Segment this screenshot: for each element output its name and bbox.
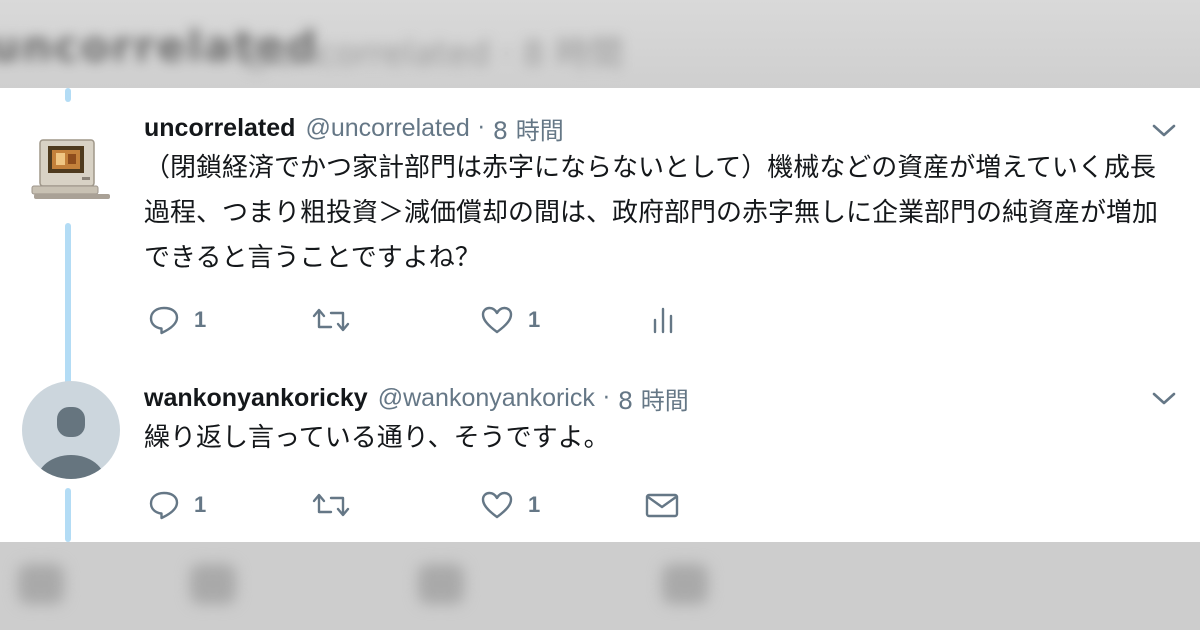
reply-button[interactable]: 1 bbox=[148, 485, 206, 525]
avatar-default[interactable] bbox=[22, 381, 120, 479]
separator-dot: · bbox=[602, 385, 610, 411]
reply-count: 1 bbox=[194, 307, 207, 332]
tweet-2-actions: 1 1 bbox=[144, 485, 704, 525]
retweet-icon bbox=[312, 308, 350, 332]
reply-count: 1 bbox=[194, 492, 207, 517]
analytics-icon bbox=[653, 307, 673, 334]
display-name[interactable]: uncorrelated bbox=[144, 114, 295, 143]
like-button[interactable]: 1 bbox=[480, 485, 540, 525]
blurred-reply-icon bbox=[18, 564, 64, 604]
analytics-button[interactable] bbox=[650, 300, 676, 340]
tweet-2-header: wankonyankoricky @wankonyankorick · 8 時間 bbox=[144, 380, 689, 416]
tweet-text: 繰り返し言っている通り、そうですよ。 bbox=[144, 423, 610, 453]
conversation-card: uncorrelated @uncorrelated · 8 時間 （閉鎖経済で… bbox=[0, 88, 1200, 542]
blurred-footer bbox=[0, 542, 1200, 630]
chevron-down-icon[interactable] bbox=[1150, 388, 1178, 408]
chevron-down-icon[interactable] bbox=[1150, 120, 1178, 140]
separator-dot: · bbox=[477, 115, 485, 141]
heart-icon bbox=[481, 491, 513, 519]
blurred-retweet-icon bbox=[190, 564, 236, 604]
like-count: 1 bbox=[528, 492, 541, 517]
reply-icon bbox=[149, 491, 179, 520]
retweet-button[interactable] bbox=[312, 300, 364, 340]
tweet-2[interactable]: wankonyankoricky @wankonyankorick · 8 時間… bbox=[0, 358, 1200, 542]
blurred-header-handle: @uncorrelated · 8 時間 bbox=[240, 34, 624, 74]
avatar-computer[interactable] bbox=[24, 132, 114, 212]
computer-avatar-icon bbox=[24, 132, 114, 212]
like-button[interactable]: 1 bbox=[480, 300, 540, 340]
retweet-icon bbox=[312, 493, 350, 517]
direct-message-button[interactable] bbox=[644, 485, 680, 525]
tweet-1-actions: 1 1 bbox=[144, 300, 704, 340]
heart-icon bbox=[481, 306, 513, 334]
timestamp[interactable]: 8 時間 bbox=[493, 111, 564, 146]
tweet-1[interactable]: uncorrelated @uncorrelated · 8 時間 （閉鎖経済で… bbox=[0, 88, 1200, 348]
default-profile-icon bbox=[22, 381, 120, 479]
display-name[interactable]: wankonyankoricky bbox=[144, 384, 368, 413]
tweet-1-header: uncorrelated @uncorrelated · 8 時間 bbox=[144, 110, 564, 146]
tweet-text: （閉鎖経済でかつ家計部門は赤字にならないとして）機械などの資産が増えていく成長過… bbox=[144, 153, 1159, 273]
like-count: 1 bbox=[528, 307, 541, 332]
blurred-like-icon bbox=[418, 564, 464, 604]
blurred-message-icon bbox=[662, 564, 708, 604]
blurred-header: uncorrelated @uncorrelated · 8 時間 bbox=[0, 0, 1200, 88]
envelope-icon bbox=[645, 493, 679, 518]
timestamp[interactable]: 8 時間 bbox=[618, 381, 689, 416]
reply-button[interactable]: 1 bbox=[148, 300, 206, 340]
user-handle[interactable]: @uncorrelated bbox=[305, 114, 469, 143]
retweet-button[interactable] bbox=[312, 485, 364, 525]
reply-icon bbox=[149, 306, 179, 335]
user-handle[interactable]: @wankonyankorick bbox=[378, 384, 595, 413]
